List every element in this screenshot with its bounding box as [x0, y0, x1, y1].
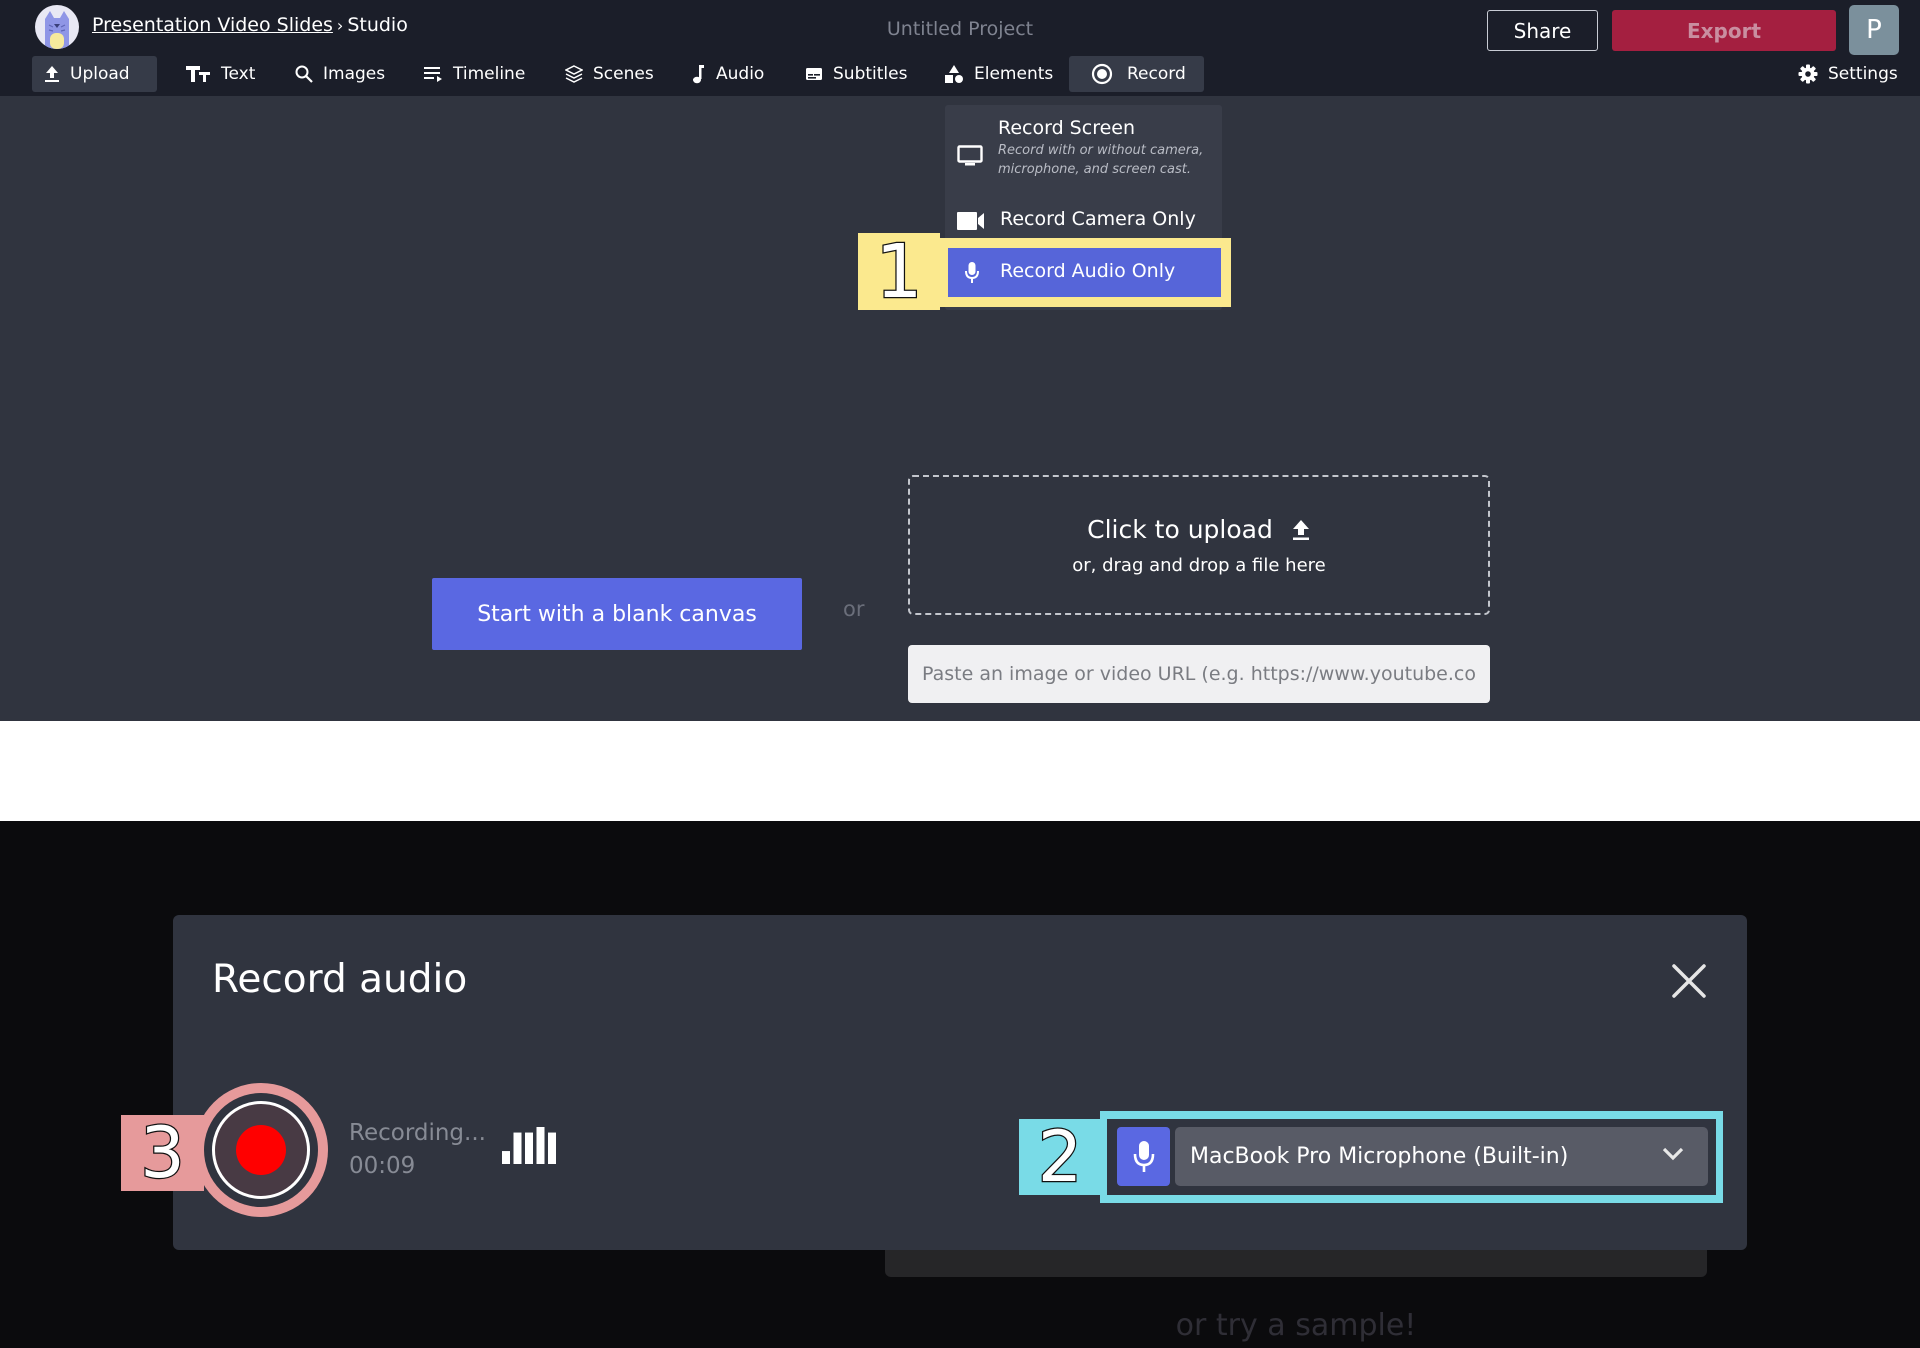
menu-item-label: Record Audio Only — [1000, 260, 1176, 282]
main-toolbar: Upload Text Images Timeline Scenes Audio… — [0, 56, 1920, 92]
tab-subtitles[interactable]: Subtitles — [793, 56, 919, 92]
export-button[interactable]: Export — [1612, 10, 1836, 51]
upload-subtitle: or, drag and drop a file here — [1072, 555, 1326, 576]
tab-scenes[interactable]: Scenes — [553, 56, 666, 92]
close-icon[interactable] — [1670, 962, 1708, 1000]
music-note-icon — [693, 65, 704, 84]
video-camera-icon — [957, 212, 984, 230]
chevron-down-icon — [1662, 1147, 1684, 1161]
app-header: Presentation Video Slides › Studio Untitle… — [0, 0, 1920, 96]
microphone-button[interactable] — [1117, 1127, 1170, 1186]
gear-icon — [1798, 64, 1818, 84]
share-button[interactable]: Share — [1487, 10, 1598, 51]
level-bar — [502, 1151, 510, 1164]
tab-timeline[interactable]: Timeline — [411, 56, 537, 92]
level-bar — [548, 1132, 556, 1164]
upload-dropzone[interactable]: Click to upload or, drag and drop a file… — [908, 475, 1490, 615]
upload-title-text: Click to upload — [1087, 515, 1273, 544]
tab-upload[interactable]: Upload — [32, 56, 157, 92]
tab-label: Images — [323, 64, 386, 84]
try-sample-link: or try a sample! — [1175, 1308, 1417, 1343]
menu-item-record-screen[interactable]: Record Screen Record with or without cam… — [945, 115, 1222, 195]
tab-label: Scenes — [593, 64, 654, 84]
step-number: 2 — [1036, 1116, 1083, 1198]
tab-label: Upload — [70, 64, 130, 84]
record-icon — [1091, 63, 1113, 85]
tab-audio[interactable]: Audio — [680, 56, 776, 92]
step-number: 3 — [139, 1112, 186, 1194]
shapes-icon — [945, 65, 963, 83]
tab-label: Elements — [974, 64, 1054, 84]
modal-title: Record audio — [212, 957, 468, 1002]
recording-status: Recording... — [349, 1120, 486, 1146]
menu-item-label: Record Camera Only — [1000, 208, 1196, 230]
microphone-icon — [965, 262, 979, 283]
menu-item-record-camera[interactable]: Record Camera Only — [945, 200, 1222, 240]
timeline-icon — [424, 67, 442, 82]
tab-label: Subtitles — [833, 64, 908, 84]
tab-text[interactable]: Text — [173, 56, 267, 92]
tab-images[interactable]: Images — [283, 56, 397, 92]
menu-item-record-audio[interactable]: Record Audio Only — [948, 248, 1221, 297]
monitor-icon — [957, 145, 983, 166]
step-3-callout: 3 — [121, 1115, 204, 1191]
text-icon — [186, 66, 210, 82]
upload-icon — [1292, 519, 1309, 540]
upload-title: Click to upload — [910, 515, 1488, 544]
tab-label: Audio — [716, 64, 765, 84]
layers-icon — [565, 65, 583, 83]
user-avatar[interactable]: P — [1849, 5, 1899, 55]
level-bar — [525, 1132, 533, 1164]
step-number: 1 — [874, 228, 924, 315]
menu-item-label: Record Screen — [998, 117, 1136, 139]
tab-record[interactable]: Record — [1069, 56, 1204, 92]
subtitles-icon — [806, 68, 822, 80]
tab-label: Text — [221, 64, 256, 84]
level-bar — [536, 1127, 545, 1164]
menu-item-description: Record with or without camera, microphon… — [998, 143, 1204, 177]
record-dot-icon[interactable] — [236, 1125, 286, 1175]
tab-label: Record — [1127, 64, 1186, 84]
tab-label: Timeline — [453, 64, 526, 84]
step-1-callout: 1 — [858, 233, 940, 310]
microphone-icon — [1133, 1140, 1154, 1172]
tab-elements[interactable]: Elements — [932, 56, 1065, 92]
microphone-select-value: MacBook Pro Microphone (Built-in) — [1190, 1144, 1569, 1169]
level-bar — [513, 1132, 522, 1164]
settings-label: Settings — [1828, 64, 1898, 84]
search-icon — [295, 65, 313, 83]
step-2-callout: 2 — [1019, 1119, 1101, 1195]
or-label: or — [843, 597, 865, 621]
recording-timer: 00:09 — [349, 1153, 416, 1179]
screenshot-separator — [0, 721, 1920, 821]
upload-icon — [45, 66, 59, 82]
settings-button[interactable]: Settings — [1786, 56, 1910, 92]
media-url-input[interactable] — [908, 645, 1490, 703]
audio-level-meter — [502, 1127, 556, 1164]
microphone-select[interactable]: MacBook Pro Microphone (Built-in) — [1175, 1127, 1708, 1186]
blank-canvas-button[interactable]: Start with a blank canvas — [432, 578, 802, 650]
